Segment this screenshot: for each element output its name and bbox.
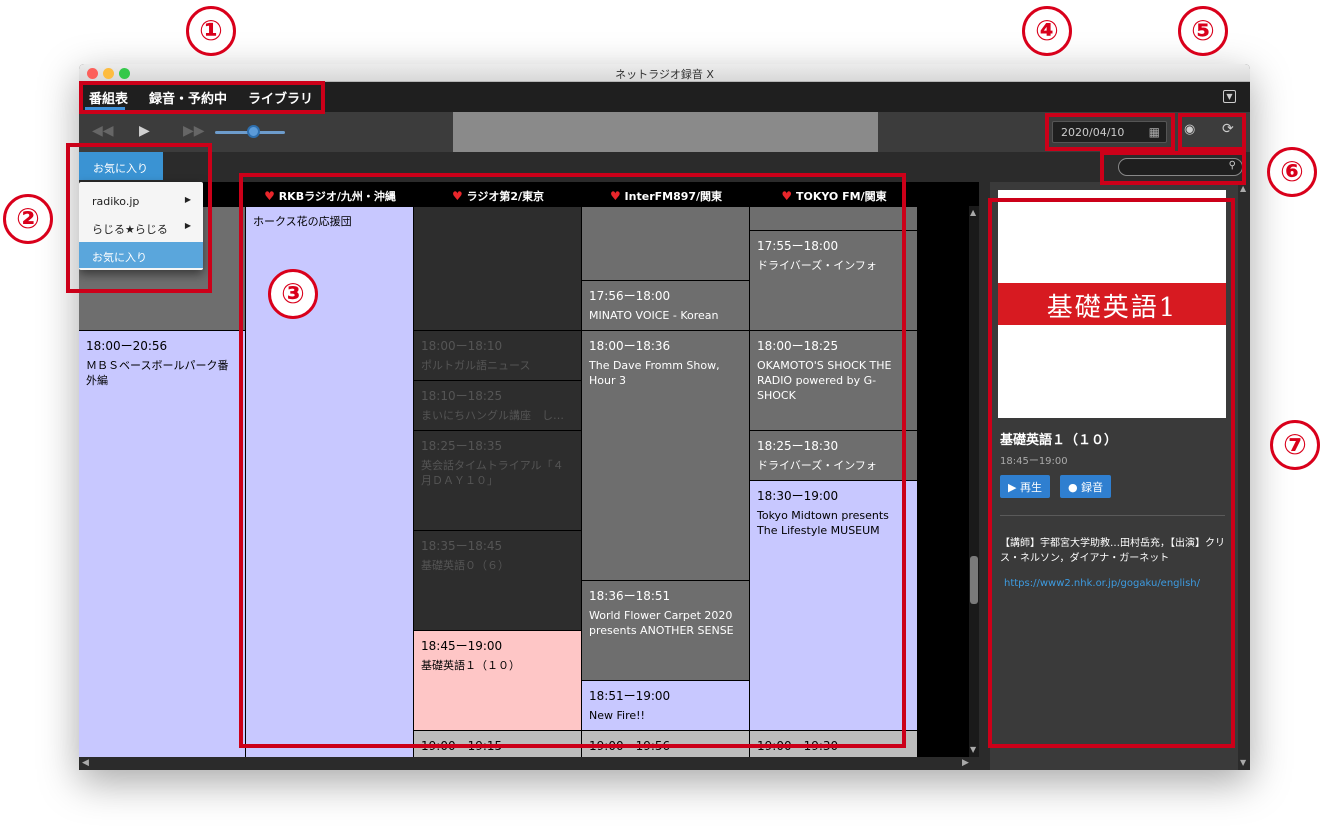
- annotation-badge-6: ⑥: [1267, 147, 1317, 197]
- annotation-badge-2: ②: [3, 194, 53, 244]
- scrollbar-thumb[interactable]: [970, 556, 978, 604]
- program-cell[interactable]: 18:00ー20:56 ＭＢＳベースボールパーク番外編: [79, 330, 246, 757]
- annotation-box-7: [988, 198, 1235, 748]
- annotation-badge-1: ①: [186, 6, 236, 56]
- title-bar: ネットラジオ録音 X: [79, 64, 1250, 82]
- volume-slider-knob[interactable]: [247, 125, 260, 138]
- window-title: ネットラジオ録音 X: [615, 68, 714, 81]
- chevron-down-icon[interactable]: ▼: [1223, 90, 1236, 103]
- annotation-badge-4: ④: [1022, 6, 1072, 56]
- scroll-left-icon[interactable]: ◀: [82, 758, 89, 768]
- annotation-badge-7: ⑦: [1270, 420, 1320, 470]
- scroll-down-icon[interactable]: ▼: [1240, 758, 1246, 767]
- play-icon[interactable]: ▶: [139, 123, 150, 139]
- annotation-box-4: [1045, 113, 1175, 151]
- scroll-up-icon[interactable]: ▲: [1240, 184, 1246, 193]
- detail-scrollbar[interactable]: ▲ ▼: [1238, 182, 1250, 770]
- scroll-down-icon[interactable]: ▼: [970, 745, 976, 754]
- horizontal-scrollbar[interactable]: ◀ ▶: [79, 757, 979, 770]
- scroll-right-icon[interactable]: ▶: [962, 758, 969, 768]
- scroll-up-icon[interactable]: ▲: [970, 208, 976, 217]
- annotation-box-2: [66, 143, 212, 293]
- now-playing-area: [453, 112, 878, 152]
- annotation-badge-3: ③: [268, 269, 318, 319]
- fast-forward-icon[interactable]: ▶▶: [183, 123, 205, 139]
- annotation-box-1: [79, 81, 325, 114]
- vertical-scrollbar[interactable]: ▲ ▼: [969, 206, 979, 757]
- annotation-badge-5: ⑤: [1178, 6, 1228, 56]
- annotation-box-5: [1178, 113, 1246, 151]
- annotation-box-3: [239, 173, 906, 748]
- page: ネットラジオ録音 X 番組表 録音・予約中 ライブラリ ▼ ◀◀ ▶ ▶▶ 20…: [0, 0, 1326, 826]
- rewind-icon[interactable]: ◀◀: [92, 123, 114, 139]
- annotation-box-6: [1100, 151, 1246, 185]
